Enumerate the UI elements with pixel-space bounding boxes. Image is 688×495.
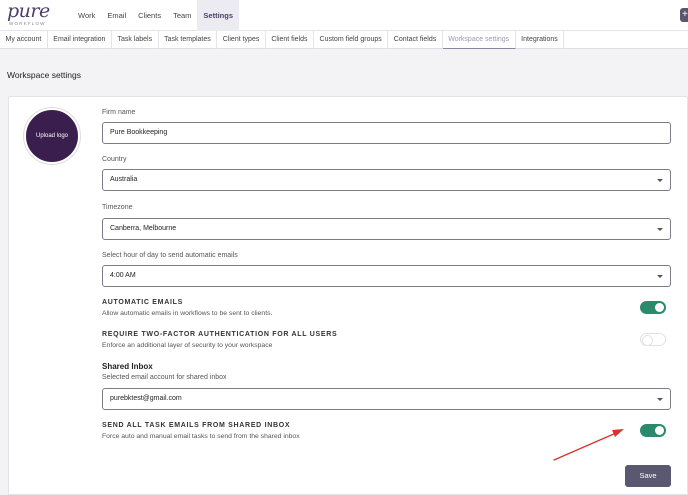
add-icon[interactable]: + — [680, 8, 688, 22]
nav-item-team[interactable]: Team — [167, 0, 197, 31]
shared-inbox-tasks-title: SEND ALL TASK EMAILS FROM SHARED INBOX — [102, 422, 291, 429]
timezone-select[interactable]: Canberra, Melbourne — [102, 218, 671, 240]
tab-contact-fields[interactable]: Contact fields — [388, 31, 443, 49]
nav-item-email[interactable]: Email — [101, 0, 132, 31]
nav-item-clients[interactable]: Clients — [132, 0, 167, 31]
automatic-emails-title: AUTOMATIC EMAILS — [102, 299, 183, 306]
nav-item-settings[interactable]: Settings — [197, 0, 240, 31]
shared-inbox-tasks-toggle[interactable] — [640, 424, 666, 437]
tab-custom-field-groups[interactable]: Custom field groups — [314, 31, 389, 49]
tab-task-templates[interactable]: Task templates — [159, 31, 218, 49]
shared-inbox-label: Selected email account for shared inbox — [102, 374, 227, 381]
chevron-down-icon — [657, 275, 663, 278]
logo-subtitle: WORKFLOW — [9, 21, 46, 26]
top-bar: pure WORKFLOW Work Email Clients Team Se… — [0, 0, 688, 31]
page-title: Workspace settings — [7, 70, 82, 80]
logo-wordmark: pure — [7, 0, 50, 22]
tab-task-labels[interactable]: Task labels — [112, 31, 159, 49]
shared-inbox-heading: Shared Inbox — [102, 362, 153, 371]
tab-my-account[interactable]: My account — [0, 31, 48, 49]
upload-logo-button[interactable]: Upload logo — [24, 108, 80, 164]
pure-workflow-logo[interactable]: pure WORKFLOW — [7, 0, 50, 28]
two-factor-description: Enforce an additional layer of security … — [102, 342, 273, 349]
tab-client-fields[interactable]: Client fields — [266, 31, 315, 49]
tab-workspace-settings[interactable]: Workspace settings — [442, 31, 516, 49]
tab-integrations[interactable]: Integrations — [516, 31, 565, 49]
shared-inbox-value: purebktest@gmail.com — [110, 395, 182, 402]
automatic-emails-description: Allow automatic emails in workflows to b… — [102, 310, 273, 317]
country-value: Australia — [110, 176, 138, 183]
firm-name-label: Firm name — [102, 109, 136, 116]
chevron-down-icon — [657, 179, 663, 182]
country-label: Country — [102, 156, 127, 163]
annotation-arrow-icon — [553, 429, 624, 461]
shared-inbox-select[interactable]: purebktest@gmail.com — [102, 388, 671, 410]
email-hour-value: 4:00 AM — [110, 272, 136, 279]
two-factor-title: REQUIRE TWO-FACTOR AUTHENTICATION FOR AL… — [102, 331, 338, 338]
settings-subnav: My account Email integration Task labels… — [0, 31, 688, 49]
email-hour-select[interactable]: 4:00 AM — [102, 265, 671, 287]
tab-email-integration[interactable]: Email integration — [48, 31, 112, 49]
email-hour-label: Select hour of day to send automatic ema… — [102, 252, 238, 259]
chevron-down-icon — [657, 228, 663, 231]
timezone-value: Canberra, Melbourne — [110, 225, 177, 232]
nav-item-work[interactable]: Work — [72, 0, 101, 31]
automatic-emails-toggle[interactable] — [640, 301, 666, 314]
shared-inbox-tasks-description: Force auto and manual email tasks to sen… — [102, 433, 300, 440]
firm-name-value: Pure Bookkeeping — [110, 129, 168, 136]
country-select[interactable]: Australia — [102, 169, 671, 191]
main-nav: Work Email Clients Team Settings — [72, 0, 240, 31]
tab-client-types[interactable]: Client types — [217, 31, 266, 49]
two-factor-toggle[interactable] — [640, 333, 666, 346]
firm-name-input[interactable]: Pure Bookkeeping — [102, 122, 671, 144]
save-button[interactable]: Save — [625, 465, 671, 487]
chevron-down-icon — [657, 398, 663, 401]
timezone-label: Timezone — [102, 204, 133, 211]
